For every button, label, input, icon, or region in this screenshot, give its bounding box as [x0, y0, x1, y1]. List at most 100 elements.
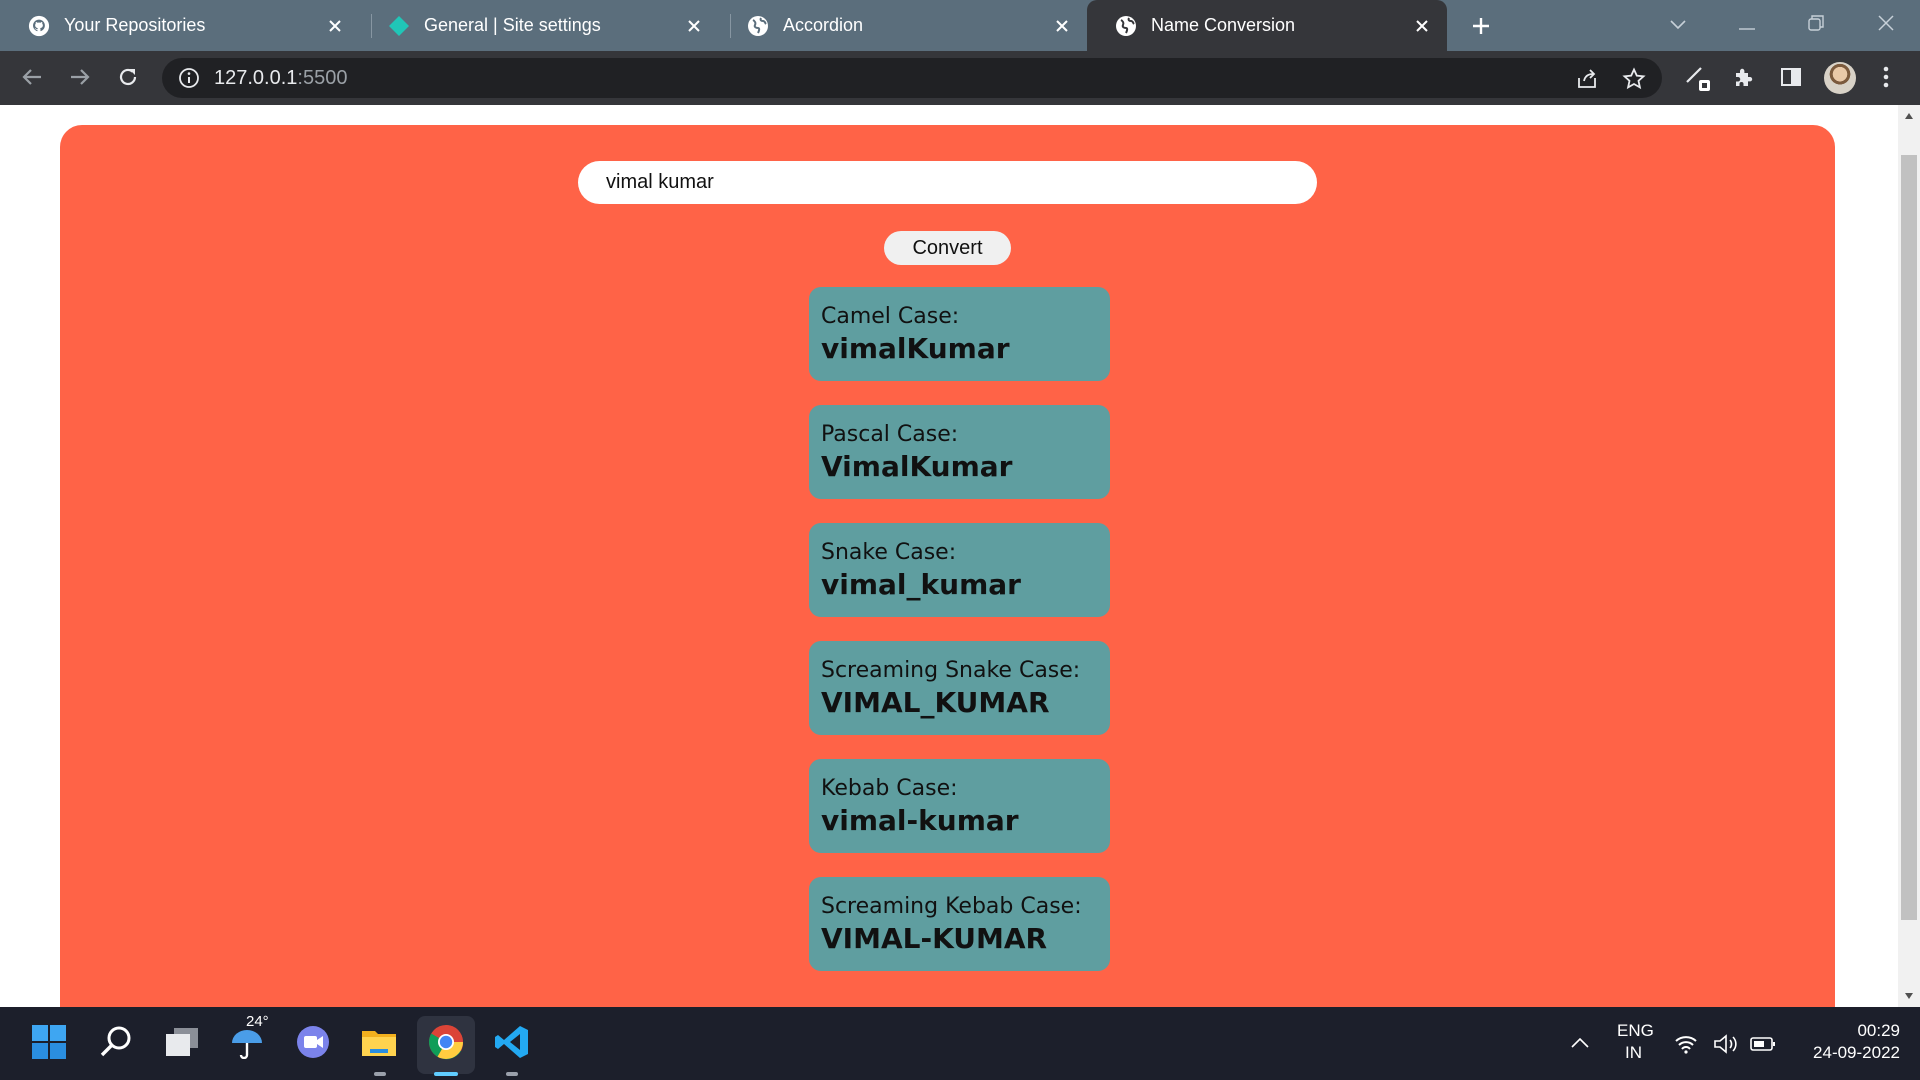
chrome-taskbar-button[interactable]: [423, 1021, 469, 1067]
battery-icon[interactable]: [1746, 1021, 1780, 1067]
url-port: :5500: [297, 67, 348, 89]
active-indicator: [434, 1072, 458, 1076]
tab-title: Name Conversion: [1151, 15, 1296, 35]
result-label: Screaming Kebab Case:: [821, 894, 1082, 919]
reload-button[interactable]: [112, 63, 144, 95]
extension-button[interactable]: [1682, 63, 1714, 95]
tab-your-repositories[interactable]: Your Repositories: [0, 0, 360, 51]
search-icon: [99, 1025, 133, 1064]
minimize-button[interactable]: [1717, 0, 1777, 51]
result-kebab-case: Kebab Case: vimal-kumar: [809, 759, 1110, 853]
side-panel-icon: [1780, 66, 1802, 93]
chevron-up-icon: [1571, 1035, 1589, 1053]
extensions-button[interactable]: [1728, 63, 1760, 95]
scrollbar-thumb[interactable]: [1901, 155, 1917, 920]
wifi-icon[interactable]: [1669, 1021, 1703, 1067]
browser-toolbar: 127.0.0.1:5500: [0, 51, 1920, 105]
taskbar: 24° ENG IN 00:29 24-09-2022: [0, 1007, 1920, 1080]
language-indicator[interactable]: ENG IN: [1612, 1021, 1658, 1067]
tab-title: Your Repositories: [64, 15, 206, 35]
result-label: Kebab Case:: [821, 776, 958, 801]
folder-icon: [360, 1025, 398, 1064]
netlify-icon: [388, 15, 410, 37]
start-button[interactable]: [26, 1021, 72, 1067]
result-pascal-case: Pascal Case: VimalKumar: [809, 405, 1110, 499]
language-text: ENG: [1617, 1021, 1654, 1040]
convert-button[interactable]: Convert: [884, 231, 1011, 265]
close-icon[interactable]: [324, 15, 346, 37]
github-icon: [28, 15, 50, 37]
scroll-down-arrow[interactable]: [1898, 985, 1920, 1007]
result-value: VIMAL_KUMAR: [821, 686, 1050, 719]
umbrella-icon: [230, 1025, 264, 1064]
forward-button[interactable]: [64, 63, 96, 95]
clock-time: 00:29: [1857, 1021, 1900, 1040]
tab-general-site-settings[interactable]: General | Site settings: [360, 0, 719, 51]
name-input[interactable]: [578, 161, 1317, 204]
chrome-icon: [428, 1024, 464, 1065]
info-icon[interactable]: [178, 67, 200, 89]
running-indicator: [506, 1072, 518, 1076]
result-value: VIMAL-KUMAR: [821, 922, 1048, 955]
task-view-button[interactable]: [159, 1021, 205, 1067]
menu-button[interactable]: [1870, 63, 1902, 95]
close-icon: [1878, 15, 1894, 36]
task-view-icon: [165, 1027, 199, 1062]
result-screaming-kebab-case: Screaming Kebab Case: VIMAL-KUMAR: [809, 877, 1110, 971]
result-label: Screaming Snake Case:: [821, 658, 1081, 683]
close-icon[interactable]: [1411, 15, 1433, 37]
puzzle-icon: [1732, 65, 1756, 94]
share-icon[interactable]: [1574, 66, 1600, 92]
weather-temp: 24°: [246, 1013, 269, 1030]
globe-icon: [1115, 15, 1137, 37]
avatar[interactable]: [1824, 62, 1856, 94]
tab-title: General | Site settings: [424, 15, 601, 35]
minimize-icon: [1739, 17, 1755, 35]
result-label: Camel Case:: [821, 304, 960, 329]
result-camel-case: Camel Case: vimalKumar: [809, 287, 1110, 381]
result-value: vimal_kumar: [821, 568, 1021, 601]
back-button[interactable]: [16, 63, 48, 95]
address-bar[interactable]: 127.0.0.1:5500: [162, 58, 1662, 98]
page-viewport: Convert Camel Case: vimalKumar Pascal Ca…: [0, 105, 1920, 1007]
file-explorer-button[interactable]: [356, 1021, 402, 1067]
restore-icon: [1808, 15, 1824, 36]
vertical-scrollbar[interactable]: [1898, 105, 1920, 1007]
tab-title: Accordion: [783, 15, 864, 35]
globe-icon: [747, 15, 769, 37]
result-screaming-snake-case: Screaming Snake Case: VIMAL_KUMAR: [809, 641, 1110, 735]
result-value: vimal-kumar: [821, 804, 1019, 837]
chevron-down-icon: [1670, 17, 1686, 35]
windows-icon: [31, 1024, 67, 1065]
tab-strip: Your Repositories General | Site setting…: [0, 0, 1920, 51]
vscode-icon: [494, 1024, 530, 1065]
show-hidden-icons-button[interactable]: [1560, 1021, 1600, 1067]
running-indicator: [374, 1072, 386, 1076]
more-vert-icon: [1883, 66, 1889, 93]
clock[interactable]: 00:29 24-09-2022: [1790, 1021, 1900, 1067]
close-icon[interactable]: [1051, 15, 1073, 37]
result-snake-case: Snake Case: vimal_kumar: [809, 523, 1110, 617]
region-text: IN: [1625, 1043, 1642, 1062]
result-value: vimalKumar: [821, 332, 1010, 365]
new-tab-button[interactable]: [1466, 11, 1496, 41]
teams-chat-button[interactable]: [290, 1021, 336, 1067]
close-window-button[interactable]: [1856, 0, 1916, 51]
restore-button[interactable]: [1786, 0, 1846, 51]
clock-date: 24-09-2022: [1813, 1043, 1900, 1062]
star-icon[interactable]: [1621, 66, 1647, 92]
close-icon[interactable]: [683, 15, 705, 37]
result-value: VimalKumar: [821, 450, 1013, 483]
search-button[interactable]: [93, 1021, 139, 1067]
url-text: 127.0.0.1:5500: [214, 67, 347, 90]
pen-extension-icon: [1683, 62, 1713, 97]
scroll-up-arrow[interactable]: [1898, 105, 1920, 127]
arrow-right-icon: [69, 66, 91, 93]
volume-icon[interactable]: [1709, 1021, 1743, 1067]
side-panel-button[interactable]: [1775, 63, 1807, 95]
vscode-taskbar-button[interactable]: [489, 1021, 535, 1067]
tab-search-button[interactable]: [1648, 0, 1708, 51]
tab-accordion[interactable]: Accordion: [719, 0, 1087, 51]
result-label: Snake Case:: [821, 540, 957, 565]
tab-name-conversion[interactable]: Name Conversion: [1087, 0, 1447, 51]
